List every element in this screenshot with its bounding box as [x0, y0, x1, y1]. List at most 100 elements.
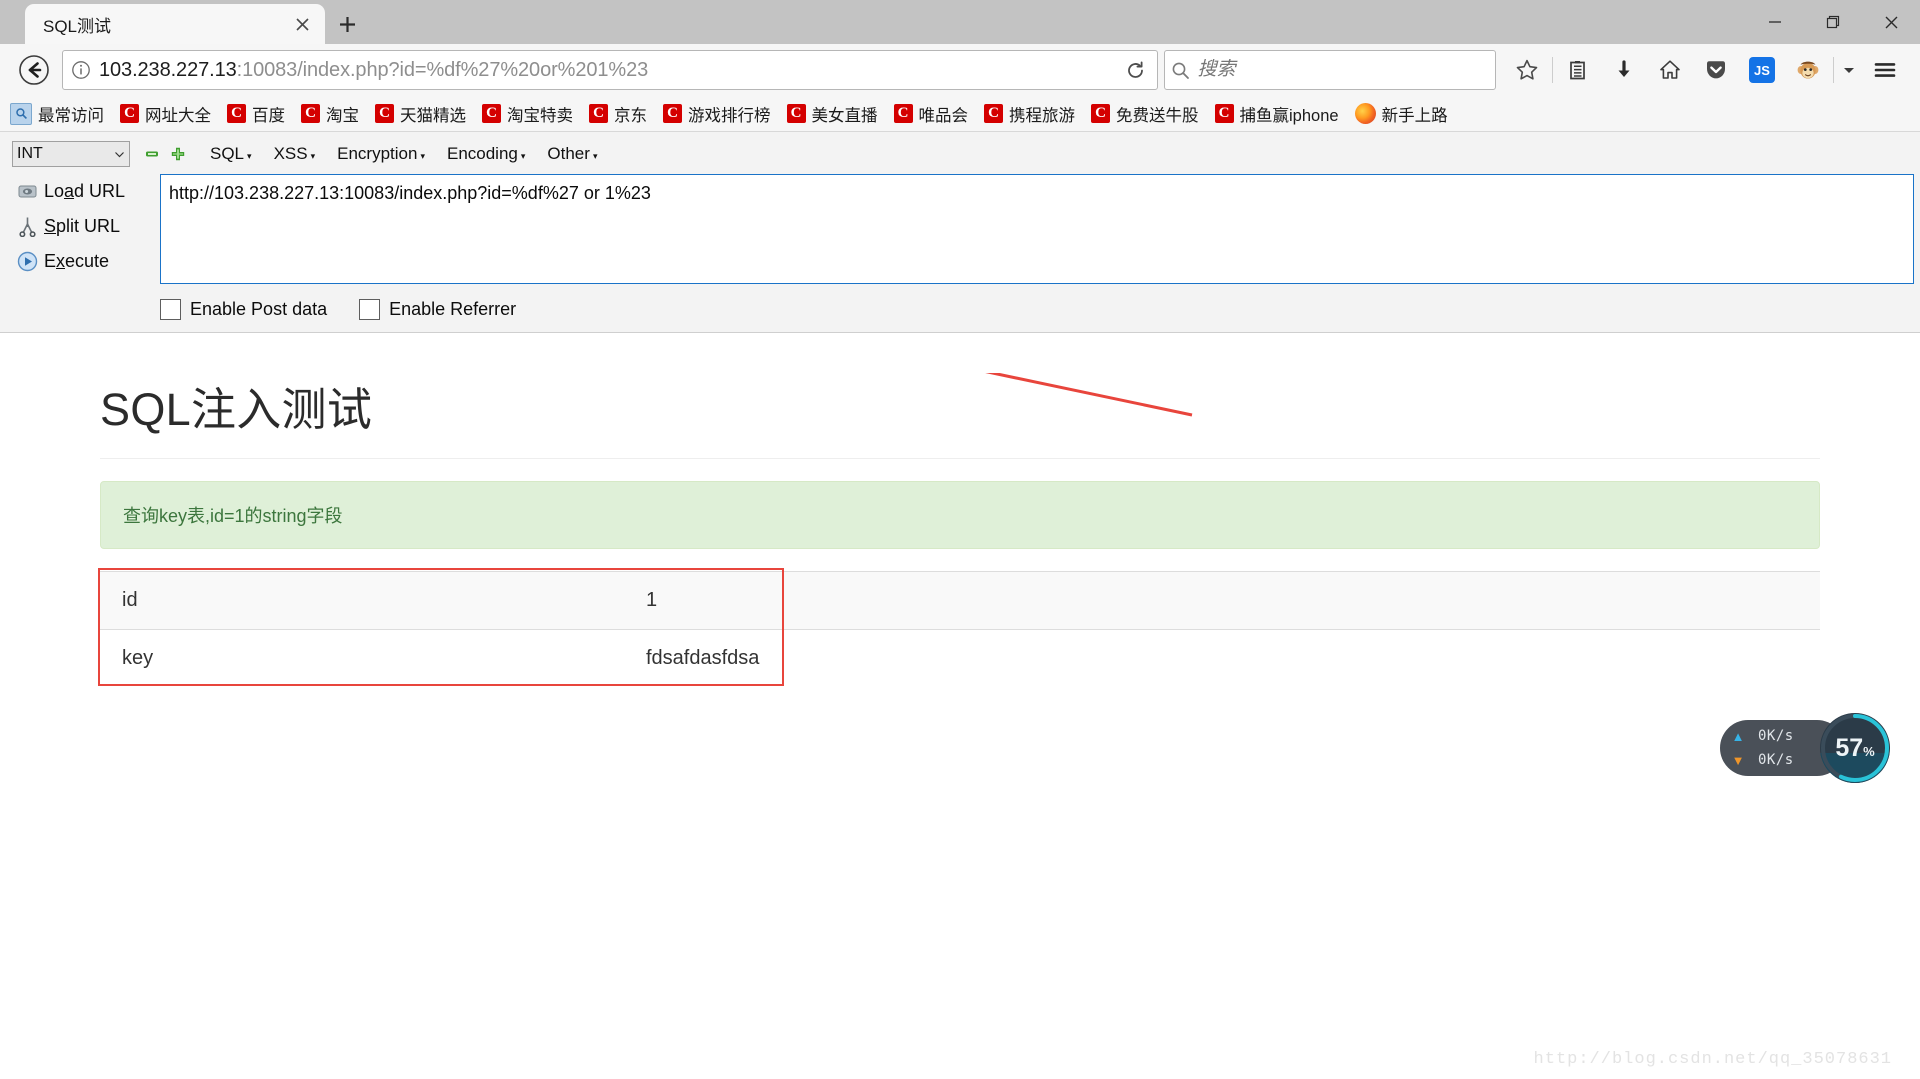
bookmark-label: 淘宝特卖 [507, 106, 573, 125]
page-container: SQL注入测试 查询key表,id=1的string字段 id 1 key fdsaf… [0, 373, 1920, 687]
bookmark-item[interactable]: C 百度 [227, 102, 285, 126]
bookmark-item[interactable]: C 美女直播 [786, 102, 878, 126]
toolbar-icons: JS [1504, 48, 1908, 92]
downloads-icon[interactable] [1601, 48, 1647, 92]
enable-referrer-label: Enable Referrer [389, 299, 517, 319]
address-bar[interactable]: 103.238.227.13:10083/index.php?id=%df%27… [62, 50, 1158, 90]
search-input[interactable] [1195, 58, 1495, 82]
js-addon-icon[interactable]: JS [1739, 48, 1785, 92]
split-url-button[interactable]: Split URL [10, 209, 160, 244]
chevron-down-icon [115, 151, 124, 157]
hackbar-minus-icon[interactable] [144, 146, 160, 162]
load-url-icon [10, 182, 44, 201]
checkbox-box[interactable] [160, 299, 181, 320]
bookmark-item[interactable]: C 唯品会 [893, 102, 969, 126]
bookmark-label: 最常访问 [38, 106, 104, 125]
hackbar-menu-encoding[interactable]: Encoding ▾ [447, 144, 525, 164]
hackbar-menu-xss[interactable]: XSS ▾ [274, 144, 316, 164]
hackbar-menu-other[interactable]: Other ▾ [547, 144, 597, 164]
c-icon: C [984, 104, 1003, 123]
load-url-button[interactable]: Load URL [10, 174, 160, 209]
tab-title: SQL测试 [43, 16, 112, 36]
monkey-addon-icon[interactable] [1785, 48, 1831, 92]
bookmark-label: 捕鱼赢iphone [1239, 106, 1339, 125]
c-icon: C [120, 104, 139, 123]
table-cell-key: id [100, 571, 624, 630]
download-arrow-icon: ▼ [1731, 752, 1745, 768]
hackbar-menu-encryption-label: Encryption [337, 144, 418, 163]
network-speed-widget[interactable]: ▲ 0K/s ▼ 0K/s 57% [1720, 713, 1890, 783]
caret-down-icon: ▾ [420, 150, 425, 161]
hackbar-panel: INT SQL ▾ XSS ▾ Encryption ▾ Encoding ▾ … [0, 132, 1920, 333]
c-icon: C [482, 104, 501, 123]
bookmark-item[interactable]: C 天猫精选 [375, 102, 466, 126]
new-tab-icon[interactable] [325, 4, 369, 44]
page-title: SQL注入测试 [100, 384, 373, 435]
bookmark-item[interactable]: C 淘宝特卖 [482, 102, 573, 126]
table-cell-value: fdsafdasfdsa [624, 629, 1820, 687]
hackbar-menu-encryption[interactable]: Encryption ▾ [337, 144, 425, 164]
bookmark-label: 天猫精选 [400, 106, 466, 125]
bookmark-item[interactable]: 最常访问 [10, 102, 104, 126]
tab-close-icon[interactable] [285, 7, 319, 41]
bookmark-label: 百度 [252, 106, 285, 125]
bookmark-item[interactable]: C 网址大全 [120, 102, 211, 126]
enable-referrer-checkbox[interactable]: Enable Referrer [359, 299, 516, 320]
caret-down-icon: ▾ [592, 150, 598, 161]
enable-post-data-label: Enable Post data [190, 299, 328, 319]
identity-info-icon[interactable] [63, 60, 99, 80]
hackbar-menu-other-label: Other [547, 144, 590, 163]
blog-watermark: http://blog.csdn.net/qq_35078631 [1533, 1050, 1892, 1069]
hackbar-type-select[interactable]: INT [12, 141, 130, 167]
bookmark-star-icon[interactable] [1504, 48, 1550, 92]
bookmark-item[interactable]: C 捕鱼赢iphone [1214, 102, 1339, 126]
c-icon: C [663, 104, 682, 123]
reload-button[interactable] [1113, 51, 1157, 89]
c-icon: C [227, 104, 246, 123]
bookmark-item[interactable]: C 京东 [589, 102, 647, 126]
c-icon: C [1091, 104, 1110, 123]
most-visited-icon [10, 102, 32, 125]
browser-tab[interactable]: SQL测试 [25, 4, 325, 44]
pocket-icon[interactable] [1693, 48, 1739, 92]
library-icon[interactable] [1555, 48, 1601, 92]
menu-hamburger-icon[interactable] [1862, 48, 1908, 92]
window-restore-icon[interactable] [1804, 0, 1862, 44]
bookmark-item[interactable]: C 免费送牛股 [1091, 102, 1199, 126]
bookmark-item[interactable]: C 淘宝 [301, 102, 359, 126]
overflow-chevron-icon[interactable] [1836, 48, 1862, 92]
page-content: SQL注入测试 查询key表,id=1的string字段 id 1 key fdsaf… [0, 373, 1920, 1079]
bookmark-item[interactable]: C 游戏排行榜 [663, 102, 771, 126]
caret-down-icon: ▾ [520, 150, 526, 161]
checkbox-box[interactable] [359, 299, 381, 320]
toolbar-separator [1552, 57, 1553, 83]
execute-button[interactable]: Execute [10, 244, 160, 279]
navigation-bar: 103.238.227.13:10083/index.php?id=%df%27… [0, 44, 1920, 96]
hackbar-menu-sql[interactable]: SQL ▾ [210, 144, 252, 164]
table-row: key fdsafdasfdsa [100, 629, 1820, 687]
search-bar[interactable] [1164, 50, 1496, 90]
split-url-label: Split URL [44, 216, 121, 236]
execute-icon [10, 251, 44, 272]
enable-post-data-checkbox[interactable]: Enable Post data [160, 299, 327, 320]
hackbar-url-area: − + Enable Post data Enable Referrer [160, 174, 1920, 332]
title-divider [100, 458, 1820, 459]
bookmark-label: 携程旅游 [1009, 106, 1075, 125]
bookmark-label: 新手上路 [1381, 106, 1448, 125]
home-icon[interactable] [1647, 48, 1693, 92]
split-url-icon [10, 216, 44, 237]
url-host: 103.238.227.13 [99, 58, 237, 81]
url-text: 103.238.227.13:10083/index.php?id=%df%27… [99, 59, 1113, 82]
window-close-icon[interactable] [1862, 0, 1920, 44]
back-button[interactable] [12, 48, 56, 92]
bookmark-item[interactable]: 新手上路 [1354, 102, 1448, 126]
hackbar-plus-icon[interactable] [170, 146, 186, 162]
hackbar-url-textarea[interactable] [160, 174, 1914, 284]
window-minimize-icon[interactable] [1746, 0, 1804, 44]
result-table-wrapper: id 1 key fdsafdasfdsa [98, 568, 1820, 687]
caret-down-icon: ▾ [247, 150, 252, 161]
bookmark-item[interactable]: C 携程旅游 [984, 102, 1075, 126]
url-path: :10083/index.php?id=%df%27%20or%201%23 [236, 58, 649, 81]
hackbar-menu-xss-label: XSS [273, 144, 308, 163]
bookmark-label: 唯品会 [918, 106, 969, 125]
